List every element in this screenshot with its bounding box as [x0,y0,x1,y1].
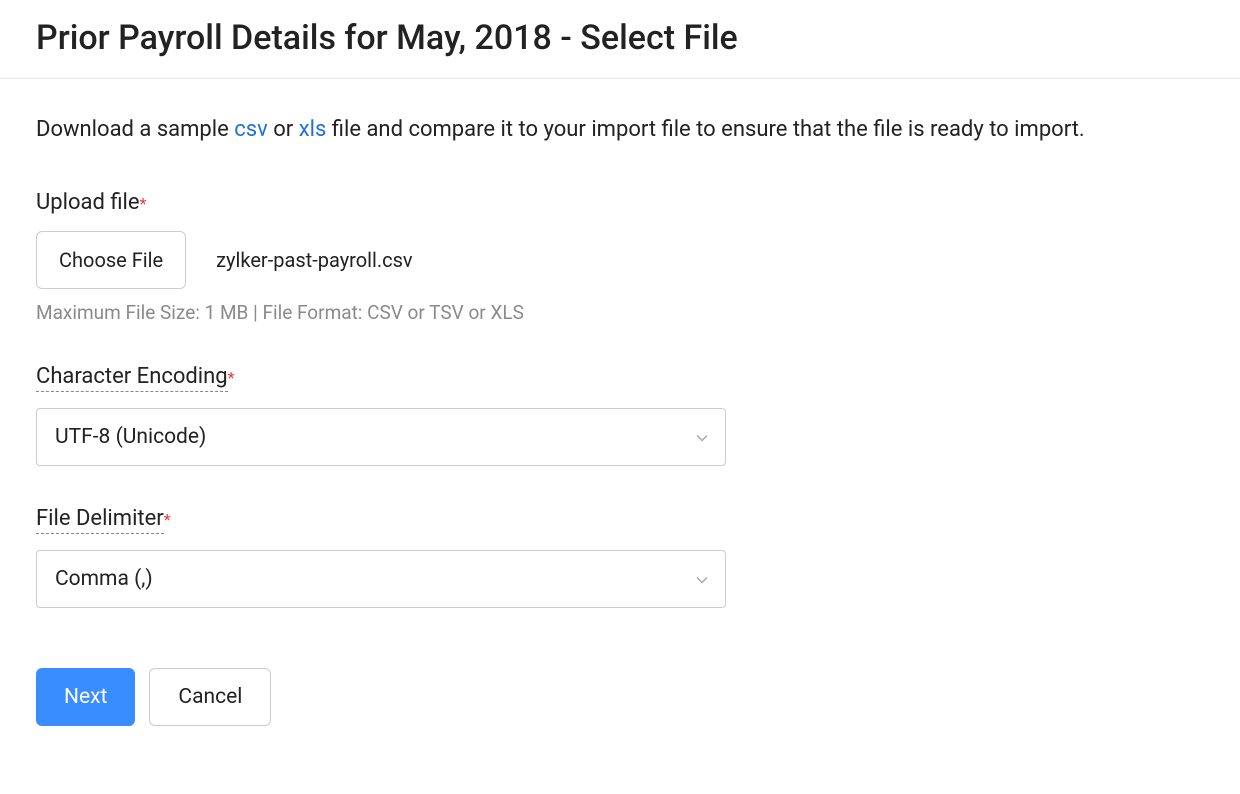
sample-xls-link[interactable]: xls [299,117,327,142]
upload-section: Upload file* Choose File zylker-past-pay… [36,190,1204,324]
intro-mid: or [268,117,299,142]
delimiter-section: File Delimiter* Comma (,) [36,506,1204,608]
required-asterisk: * [228,368,235,387]
page-header: Prior Payroll Details for May, 2018 - Se… [0,0,1240,79]
sample-csv-link[interactable]: csv [234,117,268,142]
encoding-section: Character Encoding* UTF-8 (Unicode) [36,364,1204,466]
action-buttons: Next Cancel [36,668,1204,726]
upload-label: Upload file [36,190,140,215]
page-content: Download a sample csv or xls file and co… [0,79,1240,762]
delimiter-select[interactable]: Comma (,) [36,550,726,608]
intro-text: Download a sample csv or xls file and co… [36,113,1204,146]
cancel-button[interactable]: Cancel [149,668,271,726]
selected-filename: zylker-past-payroll.csv [216,248,413,272]
intro-suffix: file and compare it to your import file … [326,117,1084,142]
required-asterisk: * [164,510,171,529]
required-asterisk: * [140,194,147,213]
encoding-select[interactable]: UTF-8 (Unicode) [36,408,726,466]
upload-hint: Maximum File Size: 1 MB | File Format: C… [36,301,1204,324]
encoding-label: Character Encoding [36,364,228,392]
next-button[interactable]: Next [36,668,135,726]
delimiter-label: File Delimiter [36,506,164,534]
page-title: Prior Payroll Details for May, 2018 - Se… [36,18,1204,58]
choose-file-button[interactable]: Choose File [36,231,186,289]
intro-prefix: Download a sample [36,117,234,142]
